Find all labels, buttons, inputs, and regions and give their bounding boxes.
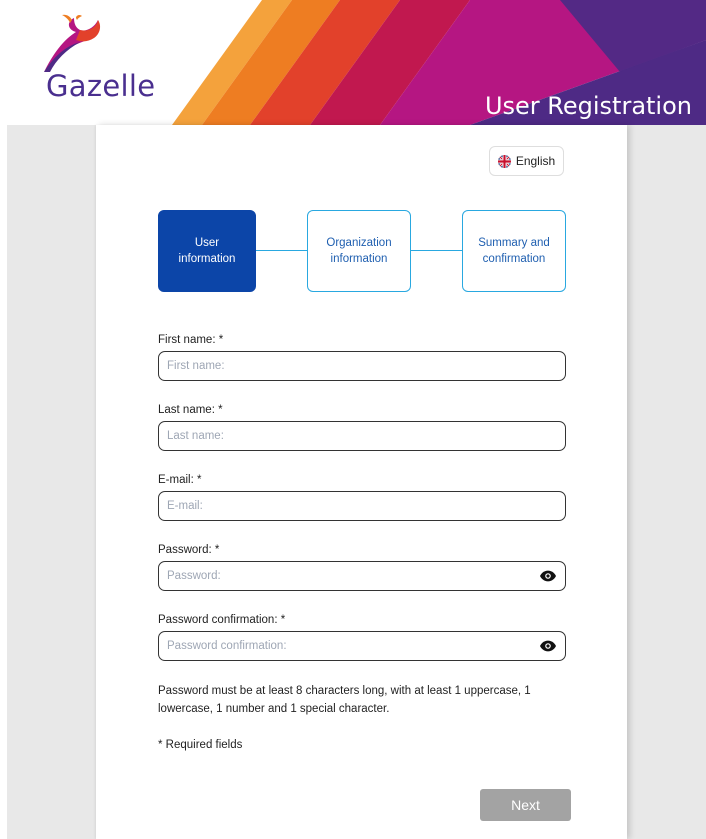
step-summary-confirmation[interactable]: Summary and confirmation <box>462 210 566 292</box>
password-box <box>158 561 566 591</box>
gazelle-logo-icon <box>44 14 101 72</box>
email-box <box>158 491 566 521</box>
first-name-group: First name: * <box>158 334 566 381</box>
page-header: Gazelle User Registration <box>0 0 706 125</box>
password-label: Password: * <box>158 544 220 556</box>
step-connector <box>256 250 307 251</box>
step-user-information[interactable]: User information <box>158 210 256 292</box>
first-name-label: First name: * <box>158 334 224 346</box>
password-group: Password: * <box>158 544 566 591</box>
last-name-input[interactable] <box>159 430 565 442</box>
registration-card: English User information Organization in… <box>96 125 627 839</box>
language-selector[interactable]: English <box>489 146 564 176</box>
next-button[interactable]: Next <box>480 789 571 821</box>
password-confirmation-label: Password confirmation: * <box>158 614 286 626</box>
step-label: Organization information <box>326 237 392 265</box>
last-name-group: Last name: * <box>158 404 566 451</box>
password-input[interactable] <box>159 570 565 582</box>
password-confirmation-input[interactable] <box>159 640 565 652</box>
first-name-box <box>158 351 566 381</box>
password-confirmation-group: Password confirmation: * <box>158 614 566 661</box>
email-input[interactable] <box>159 500 565 512</box>
language-label: English <box>515 154 556 168</box>
password-hint: Password must be at least 8 characters l… <box>158 685 531 715</box>
registration-stepper: User information Organization informatio… <box>158 210 568 292</box>
step-label: Summary and confirmation <box>478 237 550 265</box>
uk-flag-icon <box>497 154 511 168</box>
brand-name: Gazelle <box>46 69 156 103</box>
step-label: User information <box>178 237 236 265</box>
step-connector <box>411 250 462 251</box>
password-confirmation-box <box>158 631 566 661</box>
first-name-input[interactable] <box>159 360 565 372</box>
eye-icon[interactable] <box>540 570 556 582</box>
last-name-label: Last name: * <box>158 404 223 416</box>
last-name-box <box>158 421 566 451</box>
email-label: E-mail: * <box>158 474 202 486</box>
required-fields-note: * Required fields <box>158 739 243 751</box>
gazelle-logo[interactable]: Gazelle <box>30 14 180 109</box>
email-group: E-mail: * <box>158 474 566 521</box>
eye-icon[interactable] <box>540 640 556 652</box>
page-title: User Registration <box>484 92 692 120</box>
step-organization-information[interactable]: Organization information <box>307 210 411 292</box>
